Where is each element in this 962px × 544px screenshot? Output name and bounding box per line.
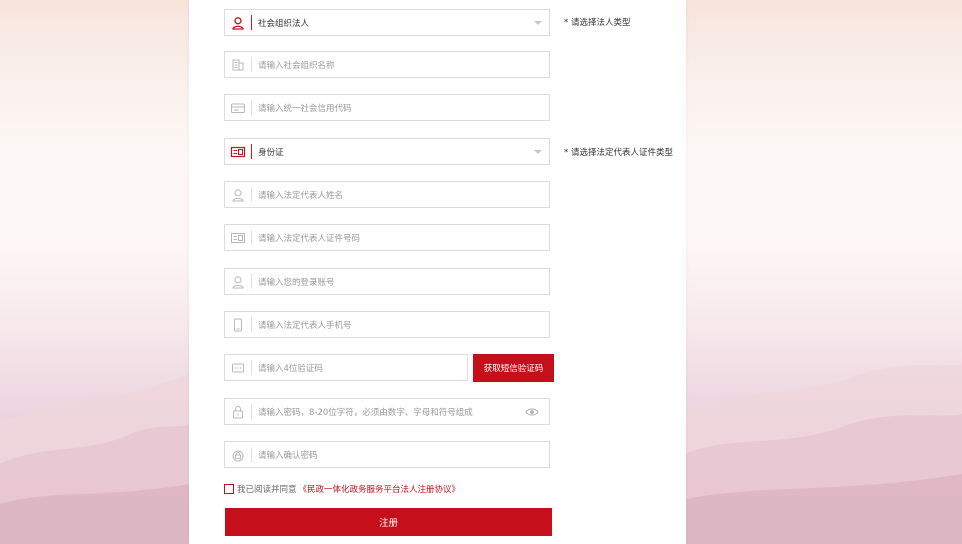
building-icon	[225, 52, 251, 77]
rep-name-input[interactable]: 请输入法定代表人姓名	[224, 181, 550, 208]
id-type-select[interactable]: 身份证	[224, 138, 550, 165]
divider	[251, 274, 252, 289]
user-icon	[225, 269, 251, 294]
sms-icon	[225, 355, 251, 380]
agreement-prefix: 我已阅读并同意	[237, 485, 297, 495]
divider	[251, 144, 252, 159]
entity-type-value: 社会组织法人	[258, 18, 310, 29]
divider	[251, 360, 252, 375]
id-type-value: 身份证	[258, 147, 284, 158]
org-name-placeholder: 请输入社会组织名称	[258, 60, 335, 71]
lock-icon	[225, 399, 251, 424]
rep-phone-placeholder: 请输入法定代表人手机号	[258, 320, 352, 331]
credit-code-placeholder: 请输入统一社会信用代码	[258, 103, 352, 114]
agreement-row: 我已阅读并同意 《民政一体化政务服务平台法人注册协议》	[224, 482, 460, 496]
rep-name-placeholder: 请输入法定代表人姓名	[258, 190, 344, 201]
login-account-placeholder: 请输入您的登录账号	[258, 277, 335, 288]
divider	[251, 15, 252, 30]
register-button[interactable]: 注册	[225, 508, 552, 536]
org-name-input[interactable]: 请输入社会组织名称	[224, 51, 550, 78]
chevron-down-icon	[534, 149, 542, 154]
sms-code-input[interactable]: 请输入4位验证码	[224, 354, 468, 381]
id-type-hint: * 请选择法定代表人证件类型	[564, 148, 673, 158]
user-icon	[225, 182, 251, 207]
agreement-checkbox[interactable]	[224, 484, 234, 494]
entity-type-select[interactable]: 社会组织法人	[224, 9, 550, 36]
chevron-down-icon	[534, 20, 542, 25]
entity-type-hint: * 请选择法人类型	[564, 18, 631, 28]
rep-id-placeholder: 请输入法定代表人证件号码	[258, 233, 361, 244]
agreement-link[interactable]: 《民政一体化政务服务平台法人注册协议》	[299, 483, 461, 495]
confirm-password-placeholder: 请输入确认密码	[258, 450, 318, 461]
credit-code-input[interactable]: 请输入统一社会信用代码	[224, 94, 550, 121]
divider	[251, 100, 252, 115]
divider	[251, 447, 252, 462]
divider	[251, 317, 252, 332]
password-placeholder: 请输入密码，8-20位字符，必须由数字、字母和符号组成	[258, 407, 473, 418]
user-icon	[225, 10, 251, 35]
id-card-icon	[225, 139, 251, 164]
phone-icon	[225, 312, 251, 337]
sms-code-placeholder: 请输入4位验证码	[258, 363, 323, 374]
divider	[251, 404, 252, 419]
lock-icon	[225, 442, 251, 467]
login-account-input[interactable]: 请输入您的登录账号	[224, 268, 550, 295]
rep-phone-input[interactable]: 请输入法定代表人手机号	[224, 311, 550, 338]
divider	[251, 187, 252, 202]
divider	[251, 230, 252, 245]
password-input[interactable]: 请输入密码，8-20位字符，必须由数字、字母和符号组成	[224, 398, 550, 425]
rep-id-input[interactable]: 请输入法定代表人证件号码	[224, 224, 550, 251]
card-icon	[225, 95, 251, 120]
id-card-icon	[225, 225, 251, 250]
confirm-password-input[interactable]: 请输入确认密码	[224, 441, 550, 468]
get-sms-code-button[interactable]: 获取短信验证码	[473, 354, 554, 382]
eye-icon[interactable]	[525, 407, 539, 417]
divider	[251, 57, 252, 72]
